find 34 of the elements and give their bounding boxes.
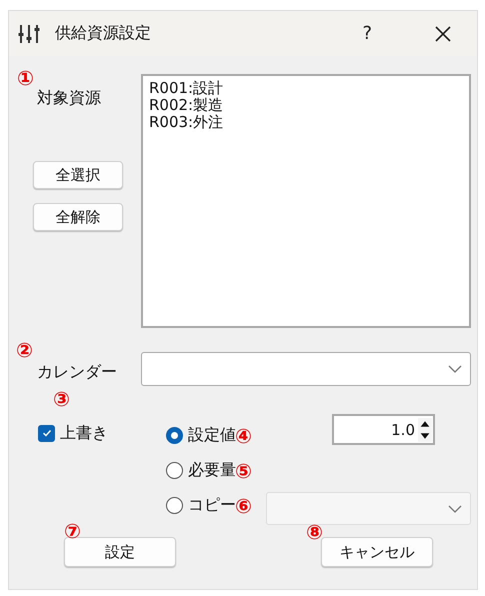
callout-number: ⑧ xyxy=(306,521,323,543)
list-item[interactable]: R001:設計 xyxy=(149,80,463,97)
callout-number: ① xyxy=(17,67,34,89)
help-button[interactable]: ? xyxy=(358,23,376,44)
field-label: カレンダー xyxy=(37,362,117,382)
checkbox[interactable] xyxy=(38,424,55,442)
chevron-down-icon xyxy=(448,365,462,373)
callout-number: ② xyxy=(16,338,33,360)
callout-number: ④ xyxy=(235,424,252,446)
set-button[interactable]: 設定 xyxy=(64,537,176,567)
spin-arrows-icon[interactable] xyxy=(418,418,432,442)
list-item[interactable]: R003:外注 xyxy=(149,114,463,131)
radio-label: 必要量 xyxy=(188,460,236,481)
radio-button[interactable] xyxy=(166,497,183,514)
radio-button[interactable] xyxy=(166,462,183,479)
number-spinner[interactable]: 1.0 xyxy=(332,414,435,445)
radio-label: コピー xyxy=(188,495,236,516)
callout-number: ⑤ xyxy=(235,460,252,482)
callout-number: ③ xyxy=(53,388,70,410)
window-title: 供給資源設定 xyxy=(55,23,151,44)
spinner-value: 1.0 xyxy=(391,420,415,438)
close-button[interactable] xyxy=(434,24,452,42)
callout-number: ⑥ xyxy=(235,494,252,516)
cancel-button[interactable]: キャンセル xyxy=(321,537,433,567)
resource-listbox[interactable]: R001:設計 R002:製造 R003:外注 xyxy=(141,74,471,328)
radio-button[interactable] xyxy=(166,427,183,444)
deselect-all-button[interactable]: 全解除 xyxy=(33,203,123,231)
checkbox-label: 上書き xyxy=(60,422,108,444)
select-all-button[interactable]: 全選択 xyxy=(33,161,123,189)
radio-label: 設定値 xyxy=(188,425,236,446)
list-item[interactable]: R002:製造 xyxy=(149,97,463,114)
chevron-down-icon xyxy=(448,504,462,512)
field-label: 対象資源 xyxy=(37,88,101,107)
sliders-icon xyxy=(18,22,40,44)
